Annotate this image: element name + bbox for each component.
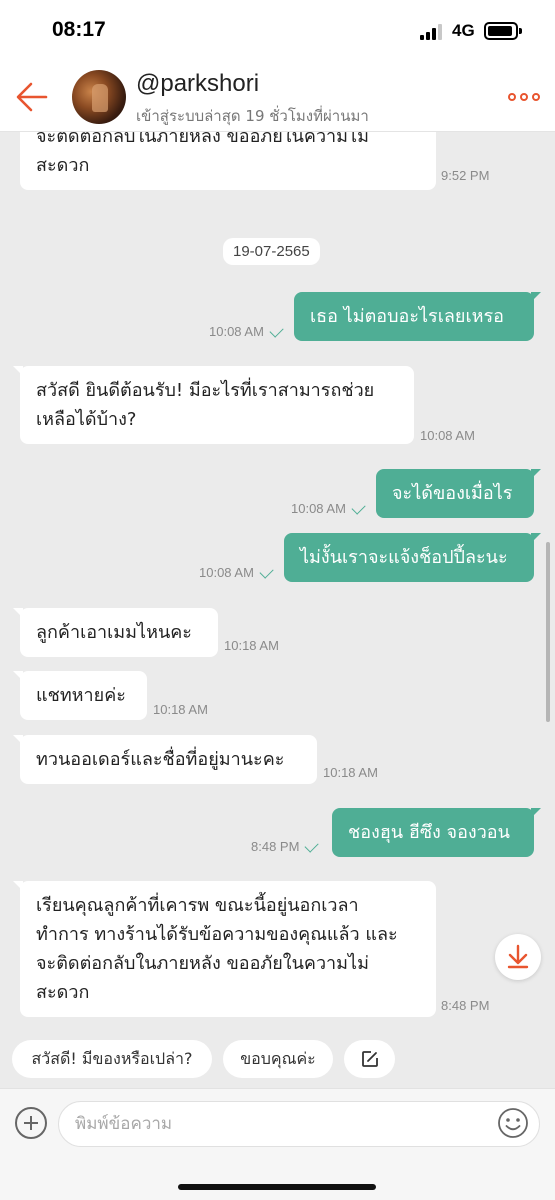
last-seen-status: เข้าสู่ระบบล่าสุด 19 ชั่วโมงที่ผ่านมา (136, 107, 369, 125)
message-bubble-outgoing[interactable]: เธอ ไม่ตอบอะไรเลยเหรอ (294, 292, 541, 341)
more-options-button[interactable] (508, 90, 540, 104)
message-bubble-incoming[interactable]: ทวนออเดอร์และชื่อที่อยู่มานะคะ (13, 735, 317, 784)
arrow-left-icon (16, 82, 48, 112)
message-time: 10:08 AM (209, 323, 284, 339)
date-separator: 19-07-2565 (223, 238, 320, 265)
edit-icon (361, 1051, 378, 1067)
emoji-button[interactable] (497, 1107, 529, 1139)
quick-reply-chip[interactable]: ขอบคุณค่ะ (223, 1040, 333, 1078)
scroll-to-bottom-button[interactable] (495, 934, 541, 980)
message-time: 10:18 AM (323, 765, 378, 780)
message-bubble-outgoing[interactable]: ชองฮุน ฮีซึง จองวอน (332, 808, 541, 857)
home-area (0, 1158, 555, 1200)
message-bubble-incoming[interactable]: จะติดต่อกลับในภายหลัง ขออภัยในความไม่ สะ… (20, 132, 436, 190)
chat-area[interactable]: จะติดต่อกลับในภายหลัง ขออภัยในความไม่ สะ… (0, 132, 555, 1158)
battery-icon (484, 22, 522, 40)
avatar[interactable] (72, 70, 126, 124)
message-bubble-incoming[interactable]: สวัสดี ยินดีต้อนรับ! มีอะไรที่เราสามารถช… (13, 366, 414, 444)
message-time: 8:48 PM (441, 998, 490, 1013)
read-check-icon (351, 500, 366, 515)
status-time: 08:17 (52, 18, 106, 41)
message-time: 10:08 AM (291, 500, 366, 516)
message-input[interactable] (58, 1101, 540, 1147)
quick-reply-chip[interactable]: สวัสดี! มีของหรือเปล่า? (12, 1040, 212, 1078)
download-arrow-icon (507, 944, 529, 969)
back-button[interactable] (14, 80, 50, 114)
message-bubble-outgoing[interactable]: ไม่งั้นเราจะแจ้งช็อปปี้ละนะ (284, 533, 541, 582)
read-check-icon (259, 564, 274, 579)
signal-icon (420, 24, 444, 40)
smiley-icon (498, 1108, 528, 1138)
edit-quick-reply-button[interactable] (344, 1040, 395, 1078)
scrollbar[interactable] (546, 542, 550, 722)
read-check-icon (304, 838, 320, 853)
plus-circle-icon[interactable] (15, 1107, 47, 1139)
message-time: 10:08 AM (199, 564, 274, 580)
message-bubble-incoming[interactable]: เรียนคุณลูกค้าที่เคารพ ขณะนี้อยู่นอกเวลา… (13, 881, 436, 1017)
network-label: 4G (452, 21, 475, 40)
read-check-icon (269, 323, 284, 338)
message-bubble-incoming[interactable]: ลูกค้าเอาเมมไหนคะ (13, 608, 218, 657)
message-time: 10:08 AM (420, 428, 475, 443)
message-composer (0, 1088, 555, 1158)
message-bubble-outgoing[interactable]: จะได้ของเมื่อไร (376, 469, 541, 518)
message-time: 8:48 PM (251, 838, 320, 854)
message-time: 10:18 AM (153, 702, 208, 717)
message-time: 9:52 PM (441, 168, 490, 183)
message-time: 10:18 AM (224, 638, 279, 653)
contact-name[interactable]: @parkshori (136, 70, 259, 98)
status-bar: 08:17 4G (0, 0, 555, 62)
more-dots-icon (508, 93, 516, 101)
message-bubble-incoming[interactable]: แชทหายค่ะ (13, 671, 147, 720)
home-indicator[interactable] (178, 1184, 376, 1190)
chat-header: @parkshori เข้าสู่ระบบล่าสุด 19 ชั่วโมงท… (0, 62, 555, 132)
